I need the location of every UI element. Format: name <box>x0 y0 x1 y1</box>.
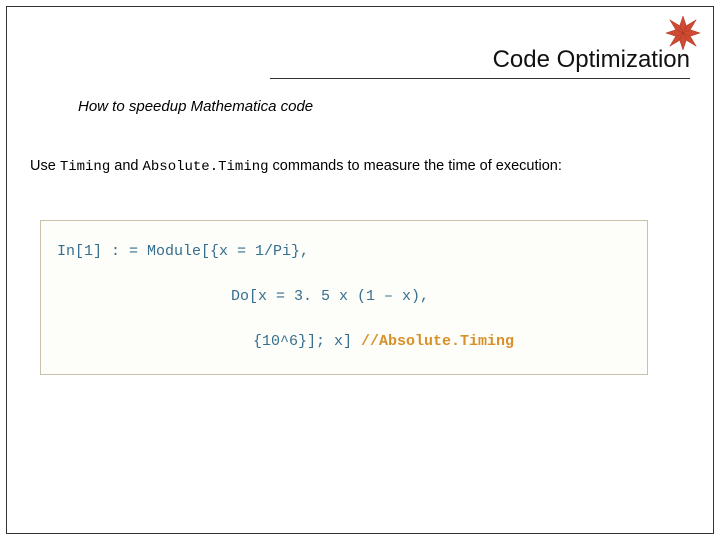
code-postfix-absolutetiming: //Absolute.Timing <box>361 333 514 350</box>
code-line-1: In[1] : = Module[{x = 1/Pi}, <box>57 241 631 262</box>
body-prefix: Use <box>30 158 60 174</box>
page-title: Code Optimization <box>260 46 690 74</box>
body-mid: and <box>110 158 142 174</box>
body-suffix: commands to measure the time of executio… <box>269 158 562 174</box>
title-area: Code Optimization <box>260 46 690 79</box>
code-line-3: {10^6}]; x] //Absolute.Timing <box>57 331 631 352</box>
code-block: In[1] : = Module[{x = 1/Pi}, Do[x = 3. 5… <box>40 220 648 375</box>
code-line-2: Do[x = 3. 5 x (1 – x), <box>57 286 631 307</box>
inline-code-timing: Timing <box>60 159 110 175</box>
subtitle: How to speedup Mathematica code <box>78 98 313 115</box>
body-paragraph: Use Timing and Absolute.Timing commands … <box>30 158 562 175</box>
inline-code-absolutetiming: Absolute.Timing <box>143 159 269 175</box>
code-line-3-plain: {10^6}]; x] <box>253 333 361 350</box>
title-underline <box>270 78 690 79</box>
